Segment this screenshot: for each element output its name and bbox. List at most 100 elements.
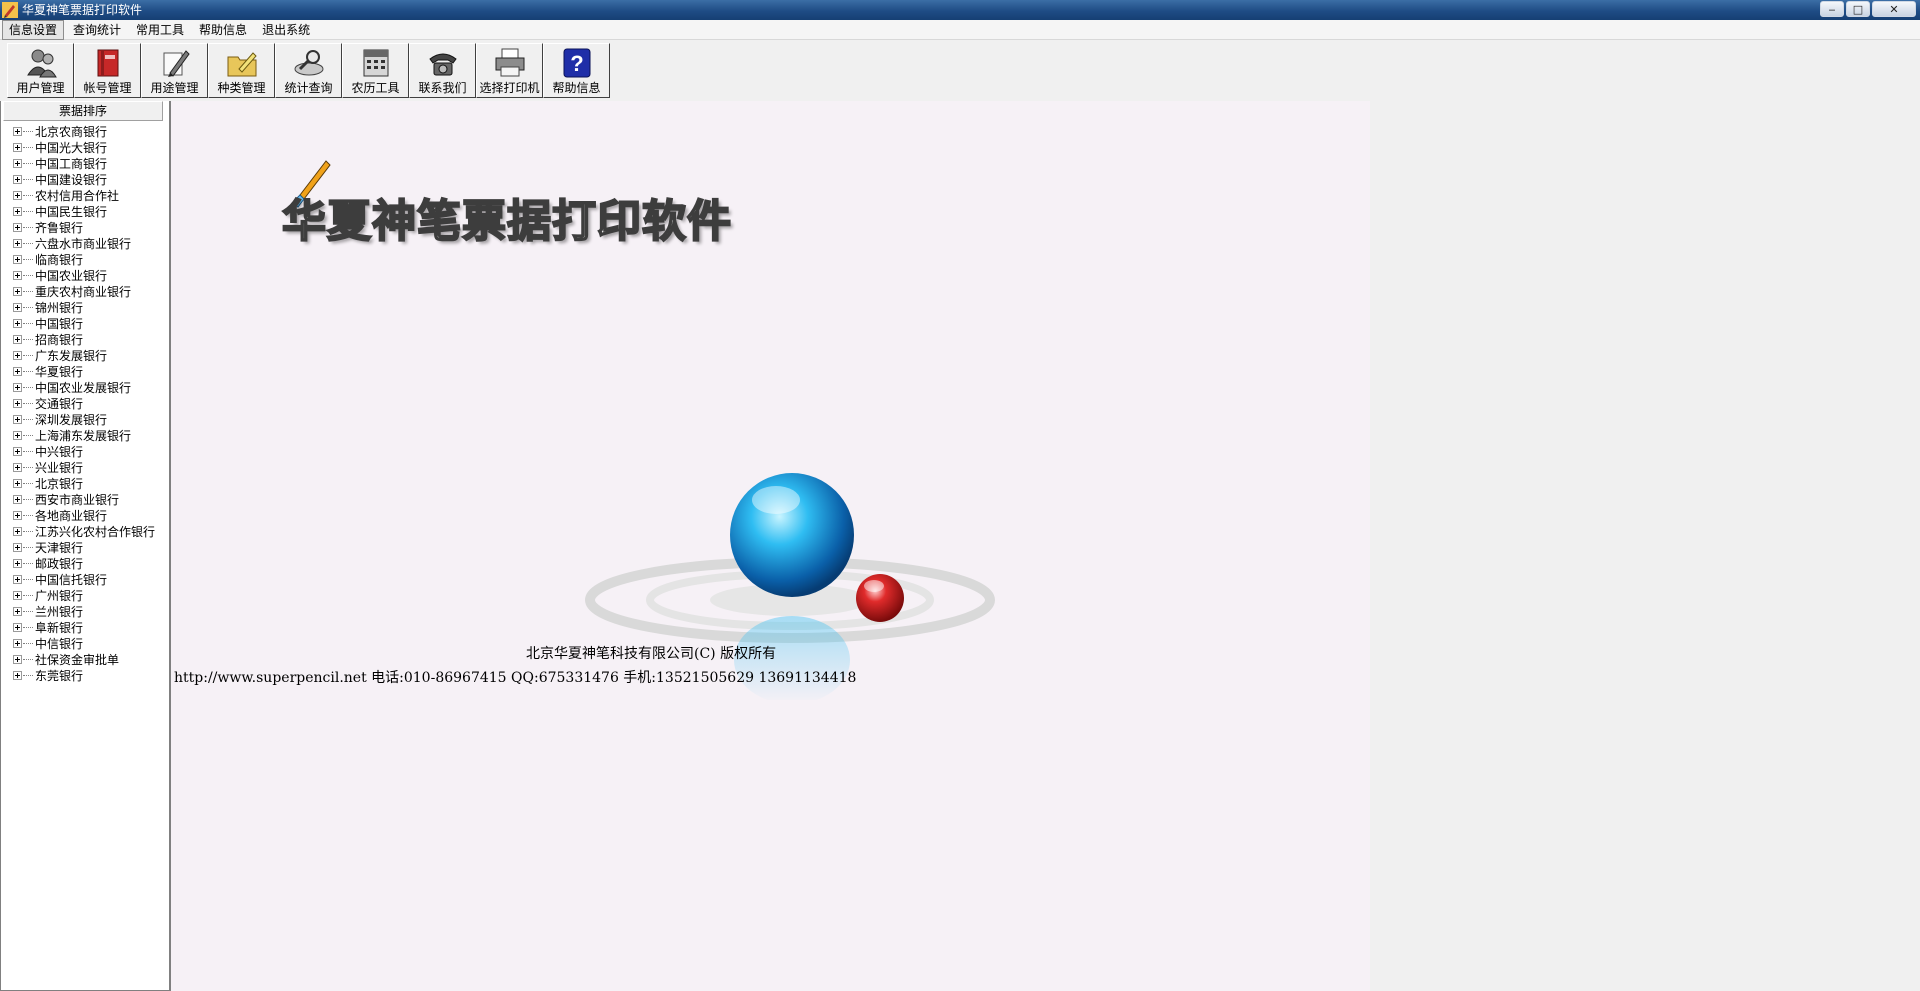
tree-item[interactable]: 六盘水市商业银行 bbox=[13, 235, 155, 251]
tree-item[interactable]: 社保资金审批单 bbox=[13, 651, 155, 667]
tree-item[interactable]: 招商银行 bbox=[13, 331, 155, 347]
expand-plus-icon[interactable] bbox=[13, 270, 22, 280]
expand-plus-icon[interactable] bbox=[13, 478, 22, 488]
maximize-button[interactable]: □ bbox=[1846, 1, 1870, 17]
tree-item[interactable]: 交通银行 bbox=[13, 395, 155, 411]
tree-item-label: 中国信托银行 bbox=[35, 572, 108, 587]
expand-plus-icon[interactable] bbox=[13, 222, 22, 232]
expand-plus-icon[interactable] bbox=[13, 638, 22, 648]
tree-item[interactable]: 上海浦东发展银行 bbox=[13, 427, 155, 443]
tree-connector-line bbox=[23, 162, 33, 164]
account-management-button[interactable]: 帐号管理 bbox=[74, 43, 141, 98]
tree-item[interactable]: 中兴银行 bbox=[13, 443, 155, 459]
tree-item[interactable]: 中国银行 bbox=[13, 315, 155, 331]
expand-plus-icon[interactable] bbox=[13, 366, 22, 376]
expand-plus-icon[interactable] bbox=[13, 398, 22, 408]
help-info-button[interactable]: ? 帮助信息 bbox=[543, 43, 610, 98]
expand-plus-icon[interactable] bbox=[13, 510, 22, 520]
expand-plus-icon[interactable] bbox=[13, 382, 22, 392]
tree-item[interactable]: 东莞银行 bbox=[13, 667, 155, 683]
tree-item[interactable]: 天津银行 bbox=[13, 539, 155, 555]
menu-info-settings[interactable]: 信息设置 bbox=[2, 19, 65, 40]
expand-plus-icon[interactable] bbox=[13, 494, 22, 504]
tree-connector-line bbox=[23, 578, 33, 580]
menu-exit-system[interactable]: 退出系统 bbox=[256, 21, 316, 39]
expand-plus-icon[interactable] bbox=[13, 286, 22, 296]
tree-item-label: 深圳发展银行 bbox=[35, 412, 108, 427]
statistics-query-button[interactable]: 统计查询 bbox=[275, 43, 342, 98]
tree-connector-line bbox=[23, 290, 33, 292]
expand-plus-icon[interactable] bbox=[13, 334, 22, 344]
tree-item[interactable]: 中国光大银行 bbox=[13, 139, 155, 155]
tree-item-label: 招商银行 bbox=[35, 332, 84, 347]
tree-item[interactable]: 中信银行 bbox=[13, 635, 155, 651]
menu-help-info[interactable]: 帮助信息 bbox=[193, 21, 253, 39]
tree-item[interactable]: 邮政银行 bbox=[13, 555, 155, 571]
expand-plus-icon[interactable] bbox=[13, 254, 22, 264]
tree-item[interactable]: 北京银行 bbox=[13, 475, 155, 491]
menu-common-tools[interactable]: 常用工具 bbox=[130, 21, 190, 39]
tree-item[interactable]: 兴业银行 bbox=[13, 459, 155, 475]
tree-item[interactable]: 锦州银行 bbox=[13, 299, 155, 315]
tree-item[interactable]: 中国建设银行 bbox=[13, 171, 155, 187]
expand-plus-icon[interactable] bbox=[13, 606, 22, 616]
tree-item[interactable]: 北京农商银行 bbox=[13, 123, 155, 139]
expand-plus-icon[interactable] bbox=[13, 238, 22, 248]
pencil-icon bbox=[163, 50, 190, 77]
tree-item[interactable]: 西安市商业银行 bbox=[13, 491, 155, 507]
expand-plus-icon[interactable] bbox=[13, 350, 22, 360]
expand-plus-icon[interactable] bbox=[13, 190, 22, 200]
expand-plus-icon[interactable] bbox=[13, 590, 22, 600]
expand-plus-icon[interactable] bbox=[13, 126, 22, 136]
select-printer-button[interactable]: 选择打印机 bbox=[476, 43, 543, 98]
tree-item[interactable]: 临商银行 bbox=[13, 251, 155, 267]
tree-item[interactable]: 中国工商银行 bbox=[13, 155, 155, 171]
expand-plus-icon[interactable] bbox=[13, 302, 22, 312]
expand-plus-icon[interactable] bbox=[13, 174, 22, 184]
lunar-tools-button[interactable]: 农历工具 bbox=[342, 43, 409, 98]
expand-plus-icon[interactable] bbox=[13, 206, 22, 216]
purpose-management-button[interactable]: 用途管理 bbox=[141, 43, 208, 98]
expand-plus-icon[interactable] bbox=[13, 414, 22, 424]
expand-plus-icon[interactable] bbox=[13, 526, 22, 536]
tree-item[interactable]: 华夏银行 bbox=[13, 363, 155, 379]
tree-connector-line bbox=[23, 322, 33, 324]
expand-plus-icon[interactable] bbox=[13, 670, 22, 680]
tree-item[interactable]: 各地商业银行 bbox=[13, 507, 155, 523]
user-management-button[interactable]: 用户管理 bbox=[7, 43, 74, 98]
tree-item[interactable]: 中国农业银行 bbox=[13, 267, 155, 283]
tree-item[interactable]: 深圳发展银行 bbox=[13, 411, 155, 427]
expand-plus-icon[interactable] bbox=[13, 430, 22, 440]
tree-item[interactable]: 阜新银行 bbox=[13, 619, 155, 635]
tree-item[interactable]: 广东发展银行 bbox=[13, 347, 155, 363]
minimize-button[interactable]: ‒ bbox=[1820, 1, 1844, 17]
expand-plus-icon[interactable] bbox=[13, 446, 22, 456]
expand-plus-icon[interactable] bbox=[13, 142, 22, 152]
tree-item[interactable]: 江苏兴化农村合作银行 bbox=[13, 523, 155, 539]
tree-item[interactable]: 广州银行 bbox=[13, 587, 155, 603]
tree-item[interactable]: 重庆农村商业银行 bbox=[13, 283, 155, 299]
tree-item[interactable]: 兰州银行 bbox=[13, 603, 155, 619]
contact-us-button[interactable]: 联系我们 bbox=[409, 43, 476, 98]
expand-plus-icon[interactable] bbox=[13, 654, 22, 664]
tree-item[interactable]: 中国农业发展银行 bbox=[13, 379, 155, 395]
expand-plus-icon[interactable] bbox=[13, 558, 22, 568]
expand-plus-icon[interactable] bbox=[13, 318, 22, 328]
tree-item[interactable]: 齐鲁银行 bbox=[13, 219, 155, 235]
expand-plus-icon[interactable] bbox=[13, 542, 22, 552]
bank-tree-panel: 票据排序 北京农商银行 中国光大银行 中国工商银行 中国建设银行 农村信用合作社 中国民生… bbox=[0, 101, 170, 991]
tree-item[interactable]: 中国民生银行 bbox=[13, 203, 155, 219]
menu-query-stats[interactable]: 查询统计 bbox=[67, 21, 127, 39]
close-button[interactable]: ✕ bbox=[1872, 1, 1916, 17]
expand-plus-icon[interactable] bbox=[13, 574, 22, 584]
tree-item-label: 重庆农村商业银行 bbox=[35, 284, 132, 299]
purpose-management-label: 用途管理 bbox=[150, 81, 199, 95]
expand-plus-icon[interactable] bbox=[13, 622, 22, 632]
expand-plus-icon[interactable] bbox=[13, 462, 22, 472]
expand-plus-icon[interactable] bbox=[13, 158, 22, 168]
category-management-button[interactable]: 种类管理 bbox=[208, 43, 275, 98]
tree-sort-header[interactable]: 票据排序 bbox=[3, 101, 163, 121]
printer-icon bbox=[495, 48, 524, 77]
tree-item[interactable]: 农村信用合作社 bbox=[13, 187, 155, 203]
tree-item[interactable]: 中国信托银行 bbox=[13, 571, 155, 587]
